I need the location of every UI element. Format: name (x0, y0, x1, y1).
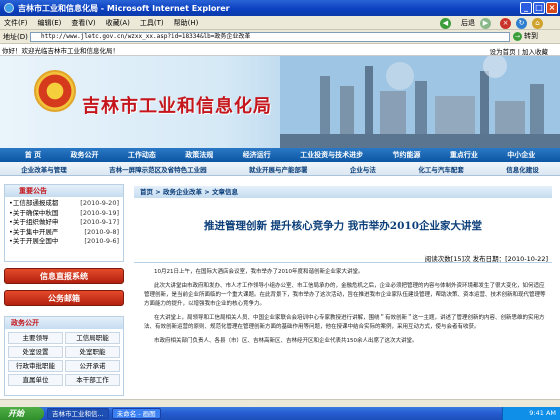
info-report-system-button[interactable]: 信息直报系统 (4, 268, 124, 284)
menu-file[interactable]: 文件(F) (4, 18, 28, 28)
factory-image (280, 56, 560, 148)
taskbar: 开始 吉林市工业和信... 未命名 - 画图 9:41 AM (0, 407, 560, 420)
subnav-item[interactable]: 企业与法 (350, 164, 376, 174)
window-title: 吉林市工业和信息化局 - Microsoft Internet Explorer (18, 3, 230, 13)
address-input[interactable]: http://www.jletc.gov.cn/wzxx_xx.asp?id=1… (30, 32, 510, 42)
window-title-bar[interactable]: 吉林市工业和信息化局 - Microsoft Internet Explorer… (0, 0, 560, 16)
article-meta: 阅读次数[15]次 发布日期：[2010-10-22] (134, 253, 552, 263)
article-paragraph: 10月21日上午，在国际大酒店会议室，我市举办了2010年度和谐创新企业家大讲堂… (154, 269, 364, 275)
nav-policy[interactable]: 政策法规 (185, 150, 213, 160)
affairs-link[interactable]: 工信局职能 (65, 332, 120, 344)
start-button[interactable]: 开始 (0, 407, 44, 420)
ie-icon (4, 3, 14, 13)
notice-panel: 重要公告 • 工信部通报成都 [2010-9-20] • 关于确保中秋国 [2010… (4, 184, 124, 262)
affairs-link[interactable]: 本干部工作 (65, 374, 120, 386)
minimize-button[interactable]: _ (520, 2, 532, 14)
subnav-item[interactable]: 化工与汽车配套 (418, 164, 464, 174)
main-nav: 首 页 政务公开 工作动态 政策法规 经济运行 工业投资与技术进步 节约能源 重… (0, 148, 560, 162)
notice-item[interactable]: • 关于组织做好申 [2010-9-17] (9, 218, 119, 228)
nav-gov-affairs[interactable]: 政务公开 (71, 150, 99, 160)
menu-view[interactable]: 查看(V) (71, 18, 95, 28)
maximize-button[interactable]: □ (533, 2, 545, 14)
affairs-link[interactable]: 行政审批职能 (8, 360, 63, 372)
go-arrow-icon: → (513, 31, 522, 41)
back-arrow-icon: ◀ (440, 17, 451, 29)
refresh-icon: ↻ (516, 17, 527, 29)
nav-energy[interactable]: 节约能源 (392, 150, 420, 160)
subnav-item[interactable]: 就业开展与产能部署 (249, 164, 308, 174)
gov-affairs-panel: 政务公开 主要领导 工信局职能 处室设置 处室职能 行政审批职能 公开承诺 直属… (4, 316, 124, 396)
nav-work-news[interactable]: 工作动态 (128, 150, 156, 160)
nav-key-industries[interactable]: 重点行业 (450, 150, 478, 160)
menu-help[interactable]: 帮助(H) (174, 18, 199, 28)
gov-affairs-header: 政务公开 (5, 317, 123, 329)
official-email-button[interactable]: 公务邮箱 (4, 290, 124, 306)
home-button[interactable]: ⌂ (532, 17, 553, 29)
address-label: 地址(D) (3, 32, 28, 41)
subnav-item[interactable]: 信息化建设 (506, 164, 539, 174)
notice-header: 重要公告 (5, 185, 123, 197)
menu-tools[interactable]: 工具(T) (140, 18, 164, 28)
home-icon: ⌂ (532, 17, 543, 29)
stop-icon: × (500, 17, 511, 29)
subnav-item[interactable]: 企业改革与管理 (21, 164, 67, 174)
forward-arrow-icon: ▶ (480, 17, 491, 29)
affairs-link[interactable]: 处室设置 (8, 346, 63, 358)
menu-favorites[interactable]: 收藏(A) (106, 18, 130, 28)
sub-nav: 企业改革与管理 吉林一屏障示范区及省特色工业园 就业开展与产能部署 企业与法 化… (0, 162, 560, 176)
forward-button[interactable]: ▶ (480, 17, 501, 29)
affairs-link[interactable]: 主要领导 (8, 332, 63, 344)
go-button[interactable]: → 转到 (513, 31, 538, 41)
nav-sme[interactable]: 中小企业 (507, 150, 535, 160)
affairs-link[interactable]: 直属单位 (8, 374, 63, 386)
set-home-favorite-links[interactable]: 设为首页 | 加入收藏 (490, 46, 548, 56)
welcome-bar: 你好！欢迎光临吉林市工业和信息化局！ 设为首页 | 加入收藏 (0, 44, 560, 56)
site-banner: 吉林市工业和信息化局 (0, 56, 560, 148)
breadcrumb[interactable]: 首页 > 政务企业改革 > 文章信息 (134, 186, 552, 198)
nav-investment[interactable]: 工业投资与技术进步 (300, 150, 363, 160)
system-tray-clock: 9:41 AM (502, 407, 560, 420)
national-emblem-icon (34, 70, 76, 112)
notice-item[interactable]: • 关于确保中秋国 [2010-9-19] (9, 209, 119, 219)
address-bar: 地址(D) http://www.jletc.gov.cn/wzxx_xx.as… (0, 30, 560, 44)
notice-item[interactable]: • 关于开展全国中 [2010-9-6] (9, 237, 119, 247)
site-title: 吉林市工业和信息化局 (82, 96, 272, 117)
article-paragraph: 在大讲堂上，局领导和工信局相关人员、中国企业家联合会培训中心专家教授进行讲解，围… (144, 315, 545, 330)
article-title: 推进管理创新 提升核心竞争力 我市举办2010企业家大讲堂 (203, 220, 483, 232)
article-paragraph: 市政府相关部门负责人、各县（市）区、吉林高新区、吉林经开区和企业代表共150余人… (154, 338, 418, 344)
status-bar (0, 399, 560, 407)
menu-bar: 文件(F) 编辑(E) 查看(V) 收藏(A) 工具(T) 帮助(H) ◀ 后退… (0, 16, 560, 30)
back-button[interactable]: ◀ 后退 (440, 17, 485, 29)
article-body: 10月21日上午，在国际大酒店会议室，我市举办了2010年度和谐创新企业家大讲堂… (144, 268, 546, 351)
taskbar-item-ie[interactable]: 吉林市工业和信... (47, 408, 109, 419)
nav-home[interactable]: 首 页 (25, 150, 41, 160)
affairs-link[interactable]: 处室职能 (65, 346, 120, 358)
notice-item[interactable]: • 工信部通报成都 [2010-9-20] (9, 199, 119, 209)
taskbar-item-paint[interactable]: 未命名 - 画图 (111, 408, 161, 419)
menu-edit[interactable]: 编辑(E) (38, 18, 62, 28)
affairs-link[interactable]: 公开承诺 (65, 360, 120, 372)
notice-item[interactable]: • 关于集中开展严 [2010-9-8] (9, 228, 119, 238)
nav-economy[interactable]: 经济运行 (243, 150, 271, 160)
close-button[interactable]: × (546, 2, 558, 14)
welcome-text: 你好！欢迎光临吉林市工业和信息化局！ (2, 46, 119, 55)
article-paragraph: 此次大讲堂由市政府和发办、市人才工作领导小组办公室、市工信局承办的，金融危机之后… (144, 283, 546, 307)
subnav-item[interactable]: 吉林一屏障示范区及省特色工业园 (109, 164, 207, 174)
